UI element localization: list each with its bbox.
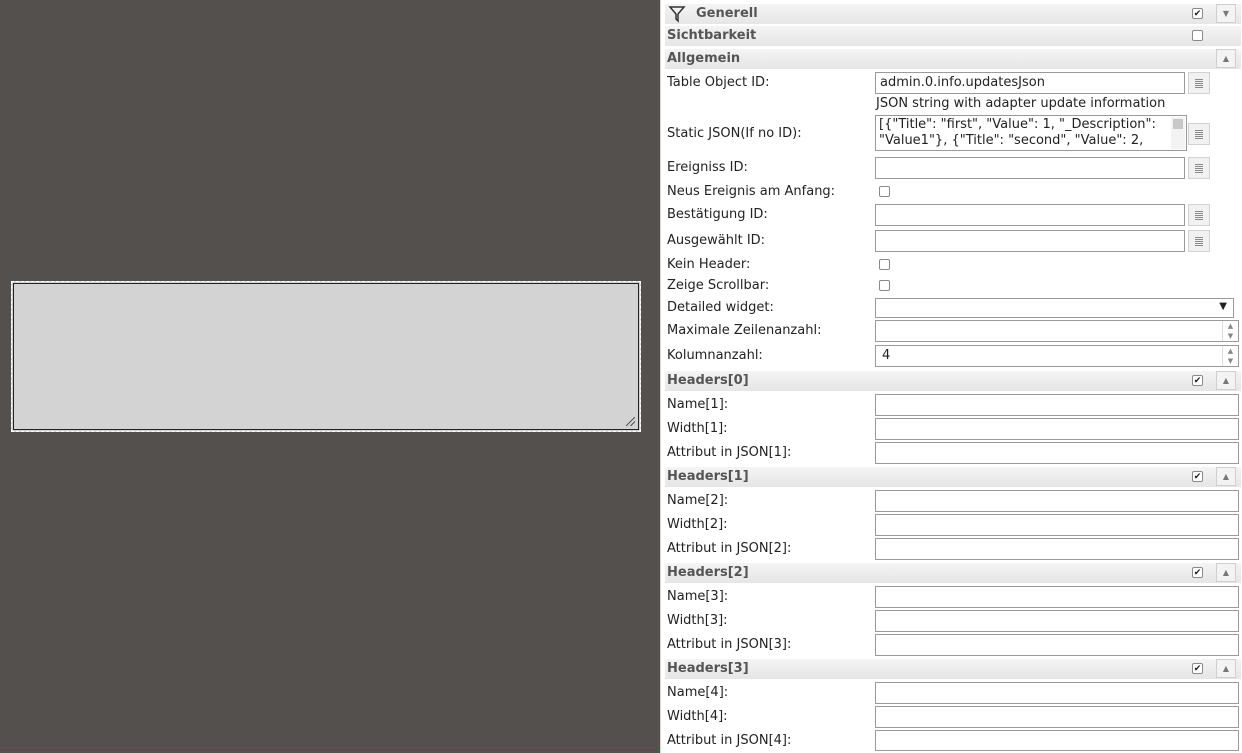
max-zeilen-label: Maximale Zeilenanzahl: bbox=[667, 323, 822, 338]
static-json-line: "Value1"}, {"Title": "second", "Value": … bbox=[879, 133, 1144, 148]
header-width-label: Width[4]: bbox=[667, 709, 728, 724]
chevron-up-icon[interactable]: ▲ bbox=[1223, 321, 1238, 331]
section-title: Headers[3] bbox=[667, 661, 749, 676]
section-sichtbarkeit[interactable]: Sichtbarkeit bbox=[665, 26, 1241, 46]
chevron-up-icon[interactable]: ▲ bbox=[1216, 563, 1236, 582]
filter-icon[interactable] bbox=[668, 4, 686, 24]
neues-ereignis-label: Neus Ereignis am Anfang: bbox=[667, 184, 836, 199]
static-json-label: Static JSON(If no ID): bbox=[667, 126, 802, 141]
header-name-input[interactable] bbox=[875, 490, 1239, 512]
section-title: Headers[0] bbox=[667, 373, 749, 388]
ereigniss-id-picker-button[interactable] bbox=[1188, 157, 1210, 179]
header-attr-label: Attribut in JSON[3]: bbox=[667, 637, 792, 652]
chevron-down-icon: ▼ bbox=[1219, 301, 1227, 312]
stepper-buttons[interactable]: ▲ ▼ bbox=[1222, 346, 1238, 366]
section-headers-2-checkbox[interactable] bbox=[1192, 567, 1203, 578]
header-name-label: Name[1]: bbox=[667, 397, 729, 412]
kolumnanzahl-stepper[interactable]: 4 ▲ ▼ bbox=[875, 345, 1239, 367]
ausgewaehlt-id-input[interactable] bbox=[875, 230, 1185, 252]
chevron-down-icon[interactable]: ▼ bbox=[1216, 4, 1236, 23]
section-headers-1-checkbox[interactable] bbox=[1192, 471, 1203, 482]
table-object-id-input[interactable]: admin.0.info.updatesJson bbox=[875, 72, 1185, 94]
header-width-input[interactable] bbox=[875, 706, 1239, 728]
detailed-widget-label: Detailed widget: bbox=[667, 300, 774, 315]
section-title: Headers[1] bbox=[667, 469, 749, 484]
header-name-label: Name[4]: bbox=[667, 685, 729, 700]
chevron-up-icon[interactable]: ▲ bbox=[1216, 467, 1236, 486]
header-attr-input[interactable] bbox=[875, 538, 1239, 560]
chevron-up-icon[interactable]: ▲ bbox=[1216, 659, 1236, 678]
properties-panel: Generell ▼ Sichtbarkeit Allgemein ▲ Tabl… bbox=[660, 0, 1242, 753]
section-title: Generell bbox=[696, 6, 758, 21]
zeige-scrollbar-label: Zeige Scrollbar: bbox=[667, 278, 770, 293]
static-json-picker-button[interactable] bbox=[1188, 123, 1210, 145]
section-headers-2[interactable]: Headers[2] ▲ bbox=[665, 563, 1241, 583]
canvas-bottom-line bbox=[0, 747, 660, 748]
table-widget-placeholder[interactable] bbox=[11, 281, 641, 432]
neues-ereignis-checkbox[interactable] bbox=[879, 186, 890, 197]
section-generell-checkbox[interactable] bbox=[1192, 8, 1203, 19]
chevron-up-icon[interactable]: ▲ bbox=[1223, 346, 1238, 356]
section-generell[interactable]: Generell ▼ bbox=[665, 4, 1241, 24]
header-attr-label: Attribut in JSON[2]: bbox=[667, 541, 792, 556]
chevron-up-icon[interactable]: ▲ bbox=[1216, 49, 1236, 68]
header-width-input[interactable] bbox=[875, 418, 1239, 440]
bestaetigung-id-input[interactable] bbox=[875, 204, 1185, 226]
bestaetigung-id-picker-button[interactable] bbox=[1188, 204, 1210, 226]
header-width-label: Width[3]: bbox=[667, 613, 728, 628]
chevron-up-icon[interactable]: ▲ bbox=[1216, 371, 1236, 390]
static-json-textarea[interactable]: [{"Title": "first", "Value": 1, "_Descri… bbox=[875, 115, 1187, 151]
header-attr-input[interactable] bbox=[875, 730, 1239, 751]
header-name-input[interactable] bbox=[875, 586, 1239, 608]
header-attr-label: Attribut in JSON[1]: bbox=[667, 445, 792, 460]
table-object-id-label: Table Object ID: bbox=[667, 75, 770, 90]
header-attr-input[interactable] bbox=[875, 634, 1239, 656]
kein-header-checkbox[interactable] bbox=[879, 259, 890, 270]
kolumnanzahl-label: Kolumnanzahl: bbox=[667, 348, 763, 363]
header-width-input[interactable] bbox=[875, 514, 1239, 536]
header-attr-label: Attribut in JSON[4]: bbox=[667, 733, 792, 748]
section-sichtbarkeit-checkbox[interactable] bbox=[1192, 30, 1203, 41]
section-title: Sichtbarkeit bbox=[667, 28, 757, 43]
section-title: Headers[2] bbox=[667, 565, 749, 580]
bestaetigung-id-label: Bestätigung ID: bbox=[667, 207, 768, 222]
header-width-input[interactable] bbox=[875, 610, 1239, 632]
max-zeilen-stepper[interactable]: ▲ ▼ bbox=[875, 320, 1239, 342]
ausgewaehlt-id-picker-button[interactable] bbox=[1188, 230, 1210, 252]
zeige-scrollbar-checkbox[interactable] bbox=[879, 280, 890, 291]
chevron-down-icon[interactable]: ▼ bbox=[1223, 356, 1238, 366]
static-json-line: [{"Title": "first", "Value": 1, "_Descri… bbox=[879, 117, 1156, 132]
editor-canvas[interactable] bbox=[0, 0, 660, 753]
ausgewaehlt-id-label: Ausgewählt ID: bbox=[667, 233, 766, 248]
ereigniss-id-input[interactable] bbox=[875, 157, 1185, 179]
table-object-id-picker-button[interactable] bbox=[1188, 72, 1210, 94]
section-headers-3[interactable]: Headers[3] ▲ bbox=[665, 659, 1241, 679]
resize-handle-icon[interactable] bbox=[626, 417, 635, 426]
chevron-down-icon[interactable]: ▼ bbox=[1223, 331, 1238, 341]
header-width-label: Width[2]: bbox=[667, 517, 728, 532]
section-headers-0[interactable]: Headers[0] ▲ bbox=[665, 371, 1241, 391]
kolumnanzahl-value: 4 bbox=[882, 348, 891, 363]
stepper-buttons[interactable]: ▲ ▼ bbox=[1222, 321, 1238, 341]
section-headers-1[interactable]: Headers[1] ▲ bbox=[665, 467, 1241, 487]
detailed-widget-select[interactable]: ▼ bbox=[875, 298, 1234, 318]
header-width-label: Width[1]: bbox=[667, 421, 728, 436]
header-attr-input[interactable] bbox=[875, 442, 1239, 464]
header-name-input[interactable] bbox=[875, 682, 1239, 704]
section-title: Allgemein bbox=[667, 51, 741, 66]
header-name-input[interactable] bbox=[875, 394, 1239, 416]
ereigniss-id-label: Ereigniss ID: bbox=[667, 160, 748, 175]
header-name-label: Name[2]: bbox=[667, 493, 729, 508]
kein-header-label: Kein Header: bbox=[667, 257, 751, 272]
section-headers-0-checkbox[interactable] bbox=[1192, 375, 1203, 386]
section-headers-3-checkbox[interactable] bbox=[1192, 663, 1203, 674]
section-allgemein[interactable]: Allgemein ▲ bbox=[665, 49, 1241, 69]
header-name-label: Name[3]: bbox=[667, 589, 729, 604]
textarea-scrollbar[interactable] bbox=[1171, 117, 1185, 149]
table-object-id-hint: JSON string with adapter update informat… bbox=[876, 96, 1166, 111]
